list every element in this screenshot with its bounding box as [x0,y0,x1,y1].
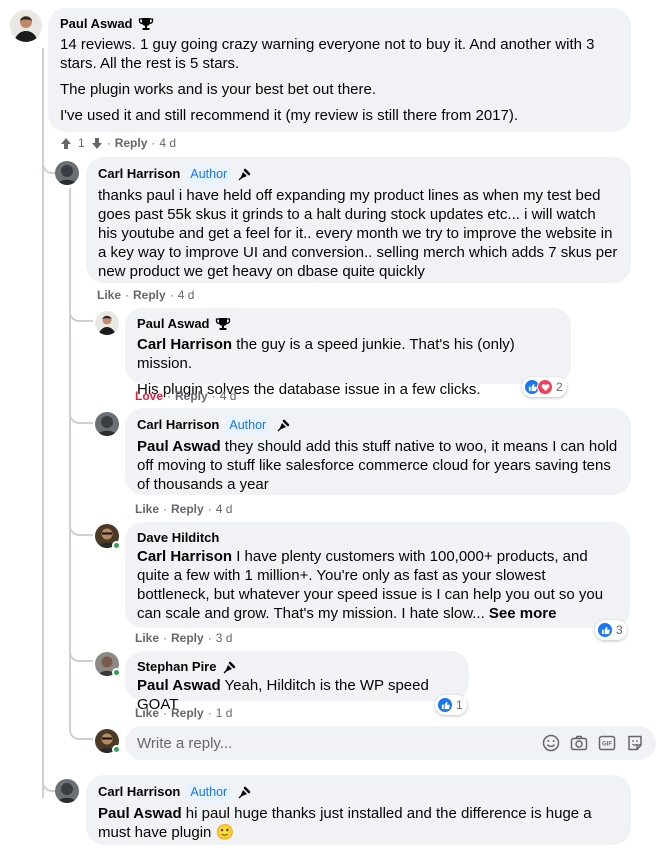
comment-bubble: Paul Aswad 14 reviews. 1 guy going crazy… [48,8,631,132]
author-name[interactable]: Paul Aswad [137,316,209,332]
emoji-icon[interactable] [542,734,560,752]
comment-bubble: Paul Aswad Carl Harrison the guy is a sp… [125,308,571,398]
timestamp[interactable]: 4 d [216,502,233,516]
thread-curve-c3 [69,300,93,322]
smile-emoji-icon: 🙂 [215,824,235,841]
reaction-summary[interactable]: 2 [522,377,567,397]
pen-nib-icon [224,661,236,674]
love-link[interactable]: Love [135,389,163,403]
reply-link[interactable]: Reply [133,288,166,302]
timestamp[interactable]: 1 d [216,706,233,720]
comment-text: thanks paul i have held off expanding my… [98,187,618,280]
author-badge: Author [225,416,271,434]
camera-icon[interactable] [570,734,588,752]
thread-curve-input [69,718,93,740]
like-link[interactable]: Like [135,631,159,645]
reaction-summary[interactable]: 1 [435,695,467,715]
comment-bubble: Carl Harrison Author Paul Aswad hi paul … [86,775,631,845]
author-name[interactable]: Paul Aswad [60,16,132,32]
comment-text: 14 reviews. 1 guy going crazy warning ev… [60,36,595,124]
avatar[interactable] [95,412,119,436]
timestamp[interactable]: 3 d [216,631,233,645]
comment-text: Paul Aswad hi paul huge thanks just inst… [98,805,592,841]
online-status-indicator [112,541,121,550]
like-reaction-icon [597,622,613,638]
mention-link[interactable]: Paul Aswad [98,805,182,822]
comment-actions: Like · Reply · 1 d [135,706,233,720]
comment-bubble: Stephan Pire Paul Aswad Yeah, Hilditch i… [125,651,469,713]
online-status-indicator [112,668,121,677]
reply-link[interactable]: Reply [175,389,208,403]
pen-nib-icon [277,419,290,432]
gif-icon[interactable]: GIF [598,734,616,752]
reply-input[interactable]: Write a reply... GIF [125,726,656,760]
reaction-count: 3 [616,623,623,637]
reply-link[interactable]: Reply [171,706,204,720]
author-name[interactable]: Dave Hilditch [137,530,219,546]
author-name[interactable]: Carl Harrison [98,166,180,182]
comment-bubble: Carl Harrison Author thanks paul i have … [86,157,631,283]
mention-link[interactable]: Carl Harrison [137,336,232,353]
love-reaction-icon [537,379,553,395]
avatar[interactable] [10,10,42,42]
reply-link[interactable]: Reply [171,631,204,645]
comment-actions: Like · Reply · 4 d [135,502,233,516]
reply-input-placeholder: Write a reply... [137,734,233,752]
reaction-count: 2 [556,380,563,394]
thread-curve-c6 [69,640,93,662]
sticker-icon[interactable] [626,734,644,752]
mention-link[interactable]: Carl Harrison [137,548,232,565]
svg-text:GIF: GIF [602,742,612,748]
thread-curve-c5 [69,514,93,536]
author-badge: Author [186,165,232,183]
pen-nib-icon [238,168,251,181]
downvote-icon[interactable] [91,137,103,150]
mention-link[interactable]: Paul Aswad [137,438,221,455]
reaction-count: 1 [456,698,463,712]
top-fan-trophy-icon [216,318,231,330]
avatar[interactable] [55,779,79,803]
author-badge: Author [186,783,232,801]
comment-actions: Like · Reply · 4 d [97,288,195,302]
comment-text: Paul Aswad they should add this stuff na… [137,438,618,493]
like-reaction-icon [437,697,453,713]
like-link[interactable]: Like [135,502,159,516]
timestamp[interactable]: 4 d [178,288,195,302]
avatar[interactable] [55,161,79,185]
comment-bubble: Dave Hilditch Carl Harrison I have plent… [125,522,630,628]
comment-actions: 1 · Reply · 4 d [60,136,176,150]
upvote-icon[interactable] [60,137,72,150]
author-name[interactable]: Carl Harrison [137,417,219,433]
reply-link[interactable]: Reply [171,502,204,516]
comment-actions: Like · Reply · 3 d [135,631,233,645]
like-link[interactable]: Like [135,706,159,720]
reaction-summary[interactable]: 3 [595,620,627,640]
mention-link[interactable]: Paul Aswad [137,677,221,694]
comment-text: Carl Harrison I have plenty customers wi… [137,548,604,622]
top-fan-trophy-icon [139,18,154,30]
vote-count: 1 [78,136,85,150]
reply-link[interactable]: Reply [115,136,148,150]
thread-curve-c4 [69,402,93,424]
pen-nib-icon [238,786,251,799]
avatar[interactable] [95,311,119,335]
author-name[interactable]: Carl Harrison [98,784,180,800]
timestamp[interactable]: 4 d [159,136,176,150]
see-more-link[interactable]: See more [489,605,557,622]
comment-bubble: Carl Harrison Author Paul Aswad they sho… [125,408,631,495]
comment-actions: Love · Reply · 4 d [135,389,237,403]
like-link[interactable]: Like [97,288,121,302]
author-name[interactable]: Stephan Pire [137,659,216,675]
online-status-indicator [112,745,121,754]
timestamp[interactable]: 4 d [220,389,237,403]
